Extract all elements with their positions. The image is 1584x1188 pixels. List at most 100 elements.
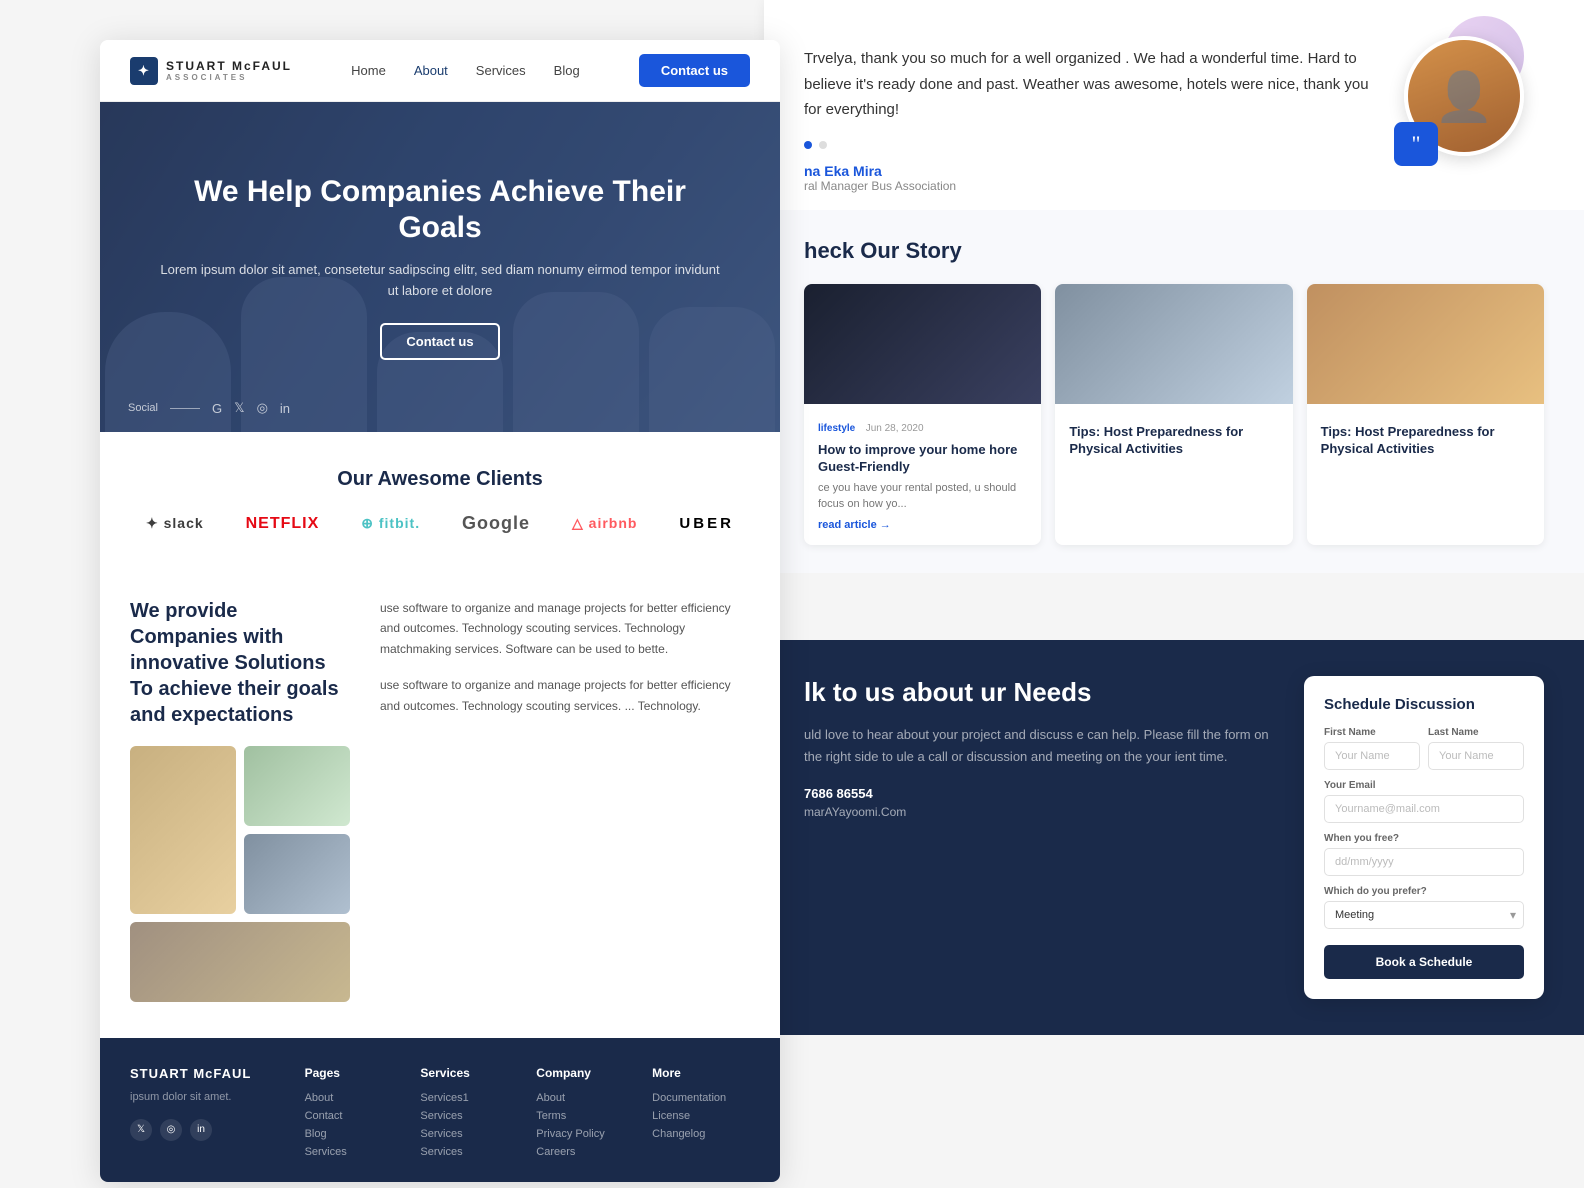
schedule-form: Schedule Discussion First Name Last Name… bbox=[1304, 676, 1544, 999]
footer-services: Services Services1 Services Services Ser… bbox=[420, 1066, 518, 1164]
prefer-label: Which do you prefer? bbox=[1324, 886, 1524, 897]
about-img-office bbox=[130, 746, 236, 914]
instagram-icon[interactable]: ◎ bbox=[257, 400, 268, 416]
nav-about[interactable]: About bbox=[414, 63, 448, 78]
about-img-city bbox=[244, 834, 350, 914]
footer-pages-about[interactable]: About bbox=[305, 1092, 403, 1104]
footer-pages-contact[interactable]: Contact bbox=[305, 1110, 403, 1122]
client-slack: ✦ slack bbox=[146, 515, 204, 532]
footer-company-about[interactable]: About bbox=[536, 1092, 634, 1104]
footer-brand-text: ipsum dolor sit amet. bbox=[130, 1089, 287, 1107]
about-right: use software to organize and manage proj… bbox=[380, 598, 750, 1002]
story-card-2[interactable]: Tips: Host Preparedness for Physical Act… bbox=[1055, 284, 1292, 545]
footer-company-privacy[interactable]: Privacy Policy bbox=[536, 1128, 634, 1140]
footer-pages-title: Pages bbox=[305, 1066, 403, 1080]
about-img-charts bbox=[244, 746, 350, 826]
footer-services-2[interactable]: Services bbox=[420, 1110, 518, 1122]
footer-services-title: Services bbox=[420, 1066, 518, 1080]
email-label: Your Email bbox=[1324, 780, 1524, 791]
last-name-input[interactable] bbox=[1428, 742, 1524, 770]
footer-services-1[interactable]: Services1 bbox=[420, 1092, 518, 1104]
hero-section: We Help Companies Achieve Their Goals Lo… bbox=[100, 102, 780, 432]
about-img-books bbox=[130, 922, 350, 1002]
book-schedule-button[interactable]: Book a Schedule bbox=[1324, 945, 1524, 979]
about-images bbox=[130, 746, 350, 1002]
footer-company-terms[interactable]: Terms bbox=[536, 1110, 634, 1122]
prefer-select[interactable]: Meeting Call Chat bbox=[1324, 901, 1524, 929]
footer-social: 𝕏 ◎ in bbox=[130, 1119, 287, 1141]
nav-links: Home About Services Blog bbox=[351, 63, 580, 78]
google-icon[interactable]: G bbox=[212, 401, 222, 416]
footer: STUART McFAUL ipsum dolor sit amet. 𝕏 ◎ … bbox=[100, 1038, 780, 1182]
about-img-charts-inner bbox=[244, 746, 350, 826]
story-card-1-link[interactable]: read article → bbox=[818, 519, 1027, 531]
client-netflix: NETFLIX bbox=[246, 515, 320, 533]
when-input[interactable] bbox=[1324, 848, 1524, 876]
footer-services-4[interactable]: Services bbox=[420, 1146, 518, 1158]
footer-pages-blog[interactable]: Blog bbox=[305, 1128, 403, 1140]
story-card-1[interactable]: lifestyle Jun 28, 2020 How to improve yo… bbox=[804, 284, 1041, 545]
story-card-2-img bbox=[1055, 284, 1292, 404]
client-airbnb: △ airbnb bbox=[572, 515, 637, 532]
footer-brand: STUART McFAUL ipsum dolor sit amet. 𝕏 ◎ … bbox=[130, 1066, 287, 1164]
story-card-1-tag: lifestyle bbox=[818, 423, 855, 434]
clients-logos: ✦ slack NETFLIX ⊕ fitbit. Google △ airbn… bbox=[130, 513, 750, 534]
testimonial-dot-1[interactable] bbox=[804, 141, 812, 149]
first-name-label: First Name bbox=[1324, 727, 1420, 738]
first-name-input[interactable] bbox=[1324, 742, 1420, 770]
nav-blog[interactable]: Blog bbox=[554, 63, 580, 78]
nav-services[interactable]: Services bbox=[476, 63, 526, 78]
footer-more-docs[interactable]: Documentation bbox=[652, 1092, 750, 1104]
about-img-city-inner bbox=[244, 834, 350, 914]
footer-more-license[interactable]: License bbox=[652, 1110, 750, 1122]
hero-title: We Help Companies Achieve Their Goals bbox=[160, 174, 720, 246]
testimonial-dot-2[interactable] bbox=[819, 141, 827, 149]
quote-icon: " bbox=[1394, 122, 1438, 166]
client-fitbit: ⊕ fitbit. bbox=[361, 515, 420, 532]
about-left: We provide Companies with innovative Sol… bbox=[130, 598, 350, 1002]
footer-pages: Pages About Contact Blog Services bbox=[305, 1066, 403, 1164]
footer-company: Company About Terms Privacy Policy Caree… bbox=[536, 1066, 634, 1164]
email-input[interactable] bbox=[1324, 795, 1524, 823]
contact-left: lk to us about ur Needs uld love to hear… bbox=[804, 676, 1274, 819]
arrow-icon: → bbox=[880, 519, 891, 531]
clients-section: Our Awesome Clients ✦ slack NETFLIX ⊕ fi… bbox=[100, 432, 780, 562]
about-img-books-inner bbox=[130, 922, 350, 1002]
social-label: Social bbox=[128, 402, 158, 414]
footer-pages-services[interactable]: Services bbox=[305, 1146, 403, 1158]
story-card-1-date: Jun 28, 2020 bbox=[866, 423, 924, 434]
story-cards: lifestyle Jun 28, 2020 How to improve yo… bbox=[804, 284, 1544, 545]
footer-services-3[interactable]: Services bbox=[420, 1128, 518, 1140]
footer-twitter[interactable]: 𝕏 bbox=[130, 1119, 152, 1141]
footer-company-careers[interactable]: Careers bbox=[536, 1146, 634, 1158]
nav-home[interactable]: Home bbox=[351, 63, 386, 78]
social-divider bbox=[170, 408, 200, 409]
client-uber: UBER bbox=[679, 515, 734, 532]
testimonial-dots bbox=[804, 141, 1384, 149]
footer-more-changelog[interactable]: Changelog bbox=[652, 1128, 750, 1140]
footer-linkedin[interactable]: in bbox=[190, 1119, 212, 1141]
contact-phone: 7686 86554 bbox=[804, 786, 1274, 801]
nav-cta-button[interactable]: Contact us bbox=[639, 54, 750, 87]
story-card-3[interactable]: Tips: Host Preparedness for Physical Act… bbox=[1307, 284, 1544, 545]
story-card-3-body: Tips: Host Preparedness for Physical Act… bbox=[1307, 404, 1544, 476]
main-website: ✦ STUART McFAUL ASSOCIATES Home About Se… bbox=[100, 40, 780, 1182]
twitter-icon[interactable]: 𝕏 bbox=[234, 400, 244, 416]
footer-instagram[interactable]: ◎ bbox=[160, 1119, 182, 1141]
story-card-3-title: Tips: Host Preparedness for Physical Act… bbox=[1321, 424, 1530, 458]
hero-social: Social G 𝕏 ◎ in bbox=[128, 400, 290, 416]
linkedin-icon[interactable]: in bbox=[280, 401, 290, 416]
navbar: ✦ STUART McFAUL ASSOCIATES Home About Se… bbox=[100, 40, 780, 102]
logo-icon: ✦ bbox=[130, 57, 158, 85]
about-text-2: use software to organize and manage proj… bbox=[380, 675, 750, 716]
footer-company-title: Company bbox=[536, 1066, 634, 1080]
logo-sub: ASSOCIATES bbox=[166, 73, 292, 82]
about-title: We provide Companies with innovative Sol… bbox=[130, 598, 350, 728]
hero-cta-button[interactable]: Contact us bbox=[380, 323, 499, 360]
about-text-1: use software to organize and manage proj… bbox=[380, 598, 750, 659]
story-card-1-title: How to improve your home hore Guest-Frie… bbox=[818, 442, 1027, 476]
client-google: Google bbox=[462, 513, 530, 534]
testimonial-panel: Trvelya, thank you so much for a well or… bbox=[764, 0, 1584, 230]
hero-content: We Help Companies Achieve Their Goals Lo… bbox=[100, 174, 780, 361]
footer-brand-name: STUART McFAUL bbox=[130, 1066, 287, 1081]
